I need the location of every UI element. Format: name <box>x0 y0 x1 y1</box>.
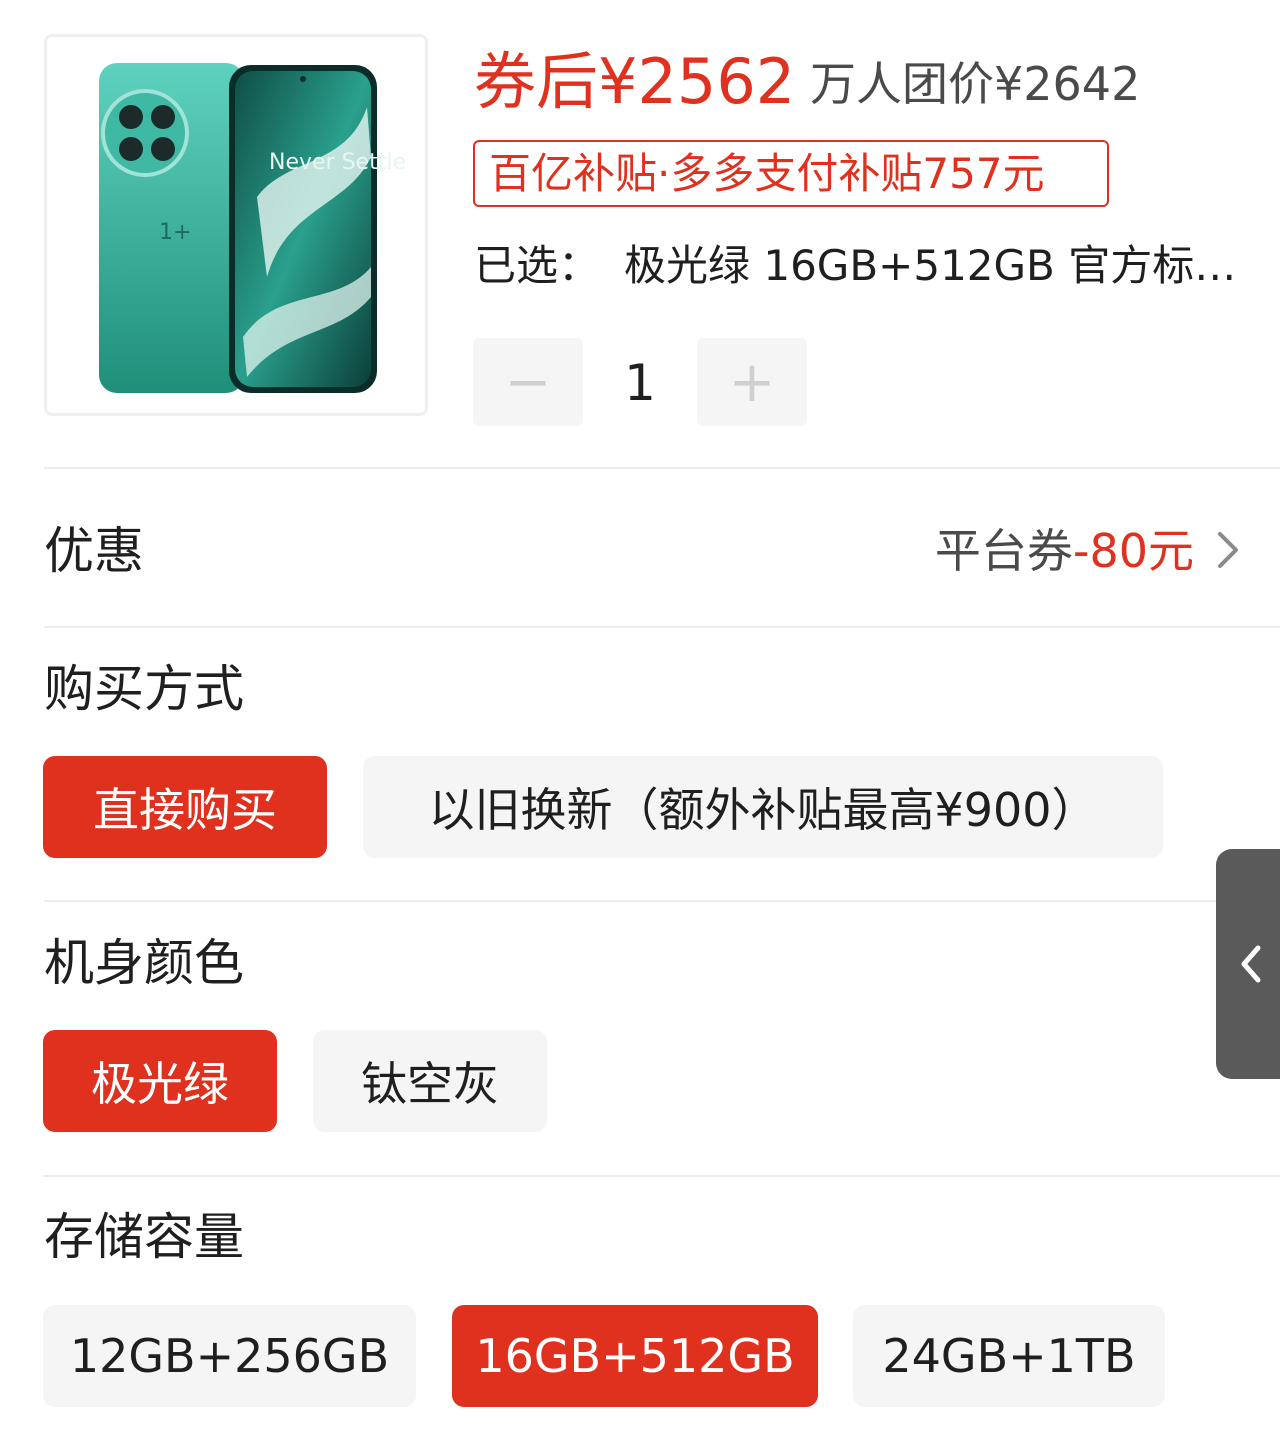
selected-label: 已选： <box>474 241 601 290</box>
group-price: 万人团价¥2642 <box>810 57 1141 111</box>
storage-option-16-512[interactable]: 16GB+512GB <box>452 1305 818 1407</box>
price-after-coupon: 券后¥2562 <box>474 45 796 118</box>
quantity-value[interactable]: 1 <box>600 348 680 418</box>
coupon-type: 平台券 <box>934 524 1073 578</box>
divider <box>44 900 1280 902</box>
chevron-left-icon <box>1241 945 1261 983</box>
minus-icon: − <box>504 349 552 415</box>
selected-summary: 已选： 极光绿 16GB+512GB 官方标… <box>474 236 1234 296</box>
divider <box>44 467 1280 469</box>
divider <box>44 626 1280 628</box>
quantity-increase-button[interactable]: + <box>697 338 807 426</box>
color-option-aurora-green[interactable]: 极光绿 <box>43 1030 277 1132</box>
selected-value: 极光绿 16GB+512GB 官方标… <box>624 241 1234 290</box>
color-option-titanium-gray[interactable]: 钛空灰 <box>313 1030 547 1132</box>
subsidy-badge: 百亿补贴·多多支付补贴757元 <box>473 140 1109 207</box>
coupon-amount: -80元 <box>1072 524 1194 578</box>
storage-option-12-256[interactable]: 12GB+256GB <box>43 1305 416 1407</box>
svg-text:1+: 1+ <box>159 220 191 245</box>
discount-label: 优惠 <box>44 522 144 580</box>
purchase-method-title: 购买方式 <box>44 660 244 718</box>
color-title: 机身颜色 <box>44 934 244 992</box>
divider <box>44 1175 1280 1177</box>
purchase-option-trade-in[interactable]: 以旧换新（额外补贴最高¥900） <box>363 756 1163 858</box>
chevron-right-icon <box>1218 532 1238 568</box>
side-collapse-tab[interactable] <box>1216 849 1280 1079</box>
purchase-option-direct[interactable]: 直接购买 <box>43 756 327 858</box>
quantity-decrease-button[interactable]: − <box>473 338 583 426</box>
product-image-card[interactable]: 1+ Never Settle <box>44 34 428 416</box>
phone-product-image: 1+ Never Settle <box>99 63 406 393</box>
discount-value: 平台券-80元 <box>935 520 1194 582</box>
storage-title: 存储容量 <box>44 1208 244 1266</box>
phone-screen-text: Never Settle <box>269 150 406 175</box>
storage-option-24-1tb[interactable]: 24GB+1TB <box>853 1305 1165 1407</box>
plus-icon: + <box>728 349 776 415</box>
